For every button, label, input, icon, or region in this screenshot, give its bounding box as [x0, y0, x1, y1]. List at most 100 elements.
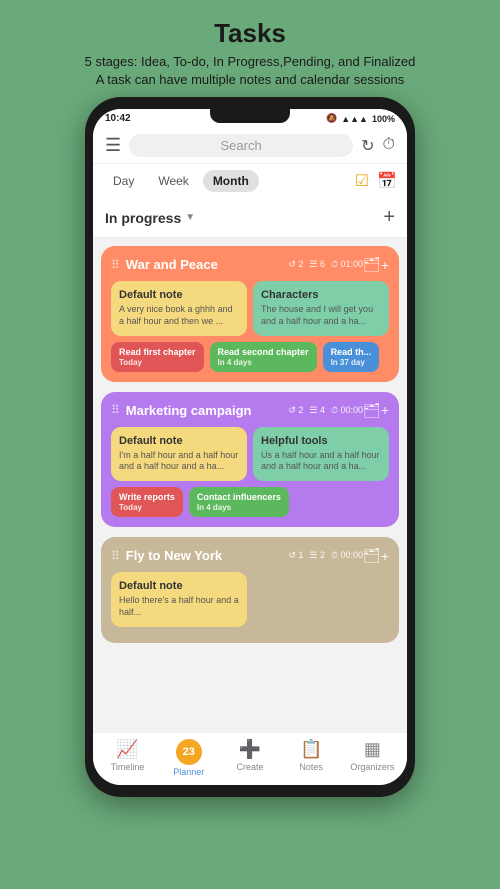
note-card-default[interactable]: Default note Hello there's a half hour a… [111, 572, 247, 626]
note-card-default[interactable]: Default note A very nice book a ghhh and… [111, 281, 247, 335]
timer-icon[interactable]: ⏱ [383, 136, 395, 156]
task-card-marketing: ⠿ Marketing campaign ↺ 2 ☰ 4 ⏱ 00:00 🗂 +… [101, 392, 399, 527]
notes-grid: Default note A very nice book a ghhh and… [111, 281, 389, 335]
note-text: A very nice book a ghhh and a half hour … [119, 304, 239, 327]
task-note-count: ☰ 4 [309, 405, 325, 416]
task-note-count: ☰ 2 [309, 550, 325, 561]
section-title: In progress ▼ [105, 210, 195, 226]
planner-icon: 23 [176, 739, 202, 765]
mute-icon: 🔕 [326, 113, 337, 124]
note-text: Hello there's a half hour and a half... [119, 595, 239, 618]
checkmark-icon[interactable]: ☑ [355, 171, 369, 191]
search-placeholder: Search [221, 138, 262, 153]
task-add-button[interactable]: + [381, 257, 389, 273]
note-text: Us a half hour and a half hour and a hal… [261, 450, 381, 473]
bottom-nav: 📈 Timeline 23 Planner ➕ Create 📋 Notes ▦… [93, 732, 407, 785]
task-meta: ↺ 1 ☰ 2 ⏱ 00:00 [288, 550, 363, 561]
session-tag-read-third[interactable]: Read th... In 37 day [323, 342, 380, 372]
nav-label-timeline: Timeline [111, 762, 145, 772]
note-text: I'm a half hour and a half hour and a ha… [119, 450, 239, 473]
add-task-button[interactable]: + [383, 206, 395, 229]
nav-label-create: Create [236, 762, 263, 772]
task-repeat-count: ↺ 2 [288, 405, 303, 416]
tab-month[interactable]: Month [203, 170, 259, 192]
notes-grid: Default note I'm a half hour and a half … [111, 427, 389, 481]
chevron-down-icon: ▼ [185, 212, 195, 223]
nav-organizers[interactable]: ▦ Organizers [348, 739, 396, 777]
status-time: 10:42 [105, 113, 131, 124]
note-title: Helpful tools [261, 435, 381, 447]
tab-day[interactable]: Day [103, 170, 144, 192]
note-text: The house and I will get you and a half … [261, 304, 381, 327]
note-card-helpful[interactable]: Helpful tools Us a half hour and a half … [253, 427, 389, 481]
nav-timeline[interactable]: 📈 Timeline [104, 739, 152, 777]
session-tag-read-second[interactable]: Read second chapter In 4 days [210, 342, 317, 372]
status-right: 🔕 ▲▲▲ 100% [326, 113, 395, 124]
task-time: ⏱ 00:00 [331, 550, 363, 561]
notes-grid: Default note Hello there's a half hour a… [111, 572, 389, 626]
app-toolbar: ☰ Search ↻ ⏱ [93, 128, 407, 164]
task-header: ⠿ War and Peace ↺ 2 ☰ 6 ⏱ 01:00 🗂 + [111, 256, 389, 273]
note-title: Default note [119, 289, 239, 301]
drag-handle-icon: ⠿ [111, 403, 120, 417]
organizers-icon: ▦ [364, 739, 381, 760]
task-repeat-count: ↺ 2 [288, 259, 303, 270]
nav-label-organizers: Organizers [350, 762, 394, 772]
nav-notes[interactable]: 📋 Notes [287, 739, 335, 777]
task-title: Fly to New York [126, 548, 289, 563]
session-tags: Write reports Today Contact influencers … [111, 487, 389, 517]
section-header: In progress ▼ + [93, 198, 407, 238]
task-briefcase-icon[interactable]: 🗂 [363, 547, 381, 564]
battery-level: 100% [372, 114, 395, 124]
date-tab-icons: ☑ 📅 [355, 171, 397, 191]
page-title: Tasks [85, 18, 416, 49]
task-title: War and Peace [126, 257, 289, 272]
task-header: ⠿ Marketing campaign ↺ 2 ☰ 4 ⏱ 00:00 🗂 + [111, 402, 389, 419]
tab-week[interactable]: Week [148, 170, 198, 192]
task-add-button[interactable]: + [381, 402, 389, 418]
create-icon: ➕ [239, 739, 261, 760]
task-add-button[interactable]: + [381, 548, 389, 564]
search-bar[interactable]: Search [129, 134, 353, 157]
task-list: ⠿ War and Peace ↺ 2 ☰ 6 ⏱ 01:00 🗂 + Defa… [93, 238, 407, 732]
date-tabs: Day Week Month ☑ 📅 [93, 164, 407, 198]
task-meta: ↺ 2 ☰ 6 ⏱ 01:00 [288, 259, 363, 270]
note-title: Default note [119, 435, 239, 447]
task-meta: ↺ 2 ☰ 4 ⏱ 00:00 [288, 405, 363, 416]
note-card-default[interactable]: Default note I'm a half hour and a half … [111, 427, 247, 481]
task-header: ⠿ Fly to New York ↺ 1 ☰ 2 ⏱ 00:00 🗂 + [111, 547, 389, 564]
page-header: Tasks 5 stages: Idea, To-do, In Progress… [65, 0, 436, 97]
session-tag-contact-influencers[interactable]: Contact influencers In 4 days [189, 487, 289, 517]
drag-handle-icon: ⠿ [111, 549, 120, 563]
phone-notch [210, 109, 290, 123]
nav-label-notes: Notes [299, 762, 323, 772]
session-tag-read-first[interactable]: Read first chapter Today [111, 342, 204, 372]
phone-frame: 10:42 🔕 ▲▲▲ 100% ☰ Search ↻ ⏱ Day [85, 97, 415, 797]
nav-planner[interactable]: 23 Planner [165, 739, 213, 777]
task-briefcase-icon[interactable]: 🗂 [363, 256, 381, 273]
refresh-icon[interactable]: ↻ [361, 136, 374, 156]
phone-screen: 10:42 🔕 ▲▲▲ 100% ☰ Search ↻ ⏱ Day [93, 109, 407, 785]
task-note-count: ☰ 6 [309, 259, 325, 270]
task-repeat-count: ↺ 1 [288, 550, 303, 561]
note-title: Characters [261, 289, 381, 301]
task-time: ⏱ 01:00 [331, 259, 363, 270]
task-briefcase-icon[interactable]: 🗂 [363, 402, 381, 419]
note-title: Default note [119, 580, 239, 592]
page-subtitle: 5 stages: Idea, To-do, In Progress,Pendi… [85, 53, 416, 89]
note-card-characters[interactable]: Characters The house and I will get you … [253, 281, 389, 335]
signal-icon: ▲▲▲ [341, 114, 368, 124]
calendar-icon[interactable]: 📅 [377, 171, 397, 191]
task-card-fly-new-york: ⠿ Fly to New York ↺ 1 ☰ 2 ⏱ 00:00 🗂 + De… [101, 537, 399, 642]
session-tags: Read first chapter Today Read second cha… [111, 342, 389, 372]
task-title: Marketing campaign [126, 403, 289, 418]
nav-create[interactable]: ➕ Create [226, 739, 274, 777]
session-tag-write-reports[interactable]: Write reports Today [111, 487, 183, 517]
menu-icon[interactable]: ☰ [105, 135, 121, 156]
task-time: ⏱ 00:00 [331, 405, 363, 416]
timeline-icon: 📈 [116, 739, 138, 760]
nav-label-planner: Planner [173, 767, 204, 777]
drag-handle-icon: ⠿ [111, 258, 120, 272]
notes-icon: 📋 [300, 739, 322, 760]
toolbar-icons: ↻ ⏱ [361, 136, 395, 156]
